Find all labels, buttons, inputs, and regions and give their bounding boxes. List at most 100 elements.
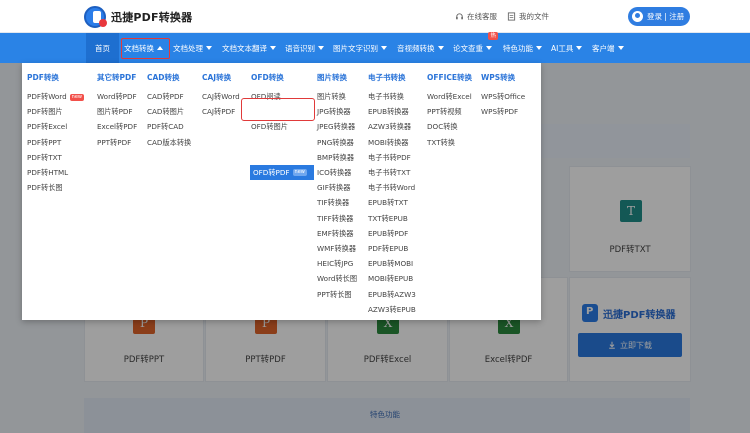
nav-av-convert[interactable]: 音视频转换 — [397, 33, 444, 63]
menu-item-image[interactable]: PNG转换器 — [317, 138, 354, 148]
menu-item-pdf[interactable]: PDF转长图 — [27, 183, 63, 193]
menu-item-label: PDF转Excel — [27, 122, 68, 132]
hot-badge: 热 — [488, 32, 498, 40]
menu-item-image[interactable]: JPG转换器 — [317, 107, 351, 117]
brand-logo[interactable]: 迅捷PDF转换器 — [84, 5, 192, 29]
customer-service-label: 在线客服 — [467, 12, 497, 21]
my-files-label: 我的文件 — [519, 12, 549, 21]
my-files-link[interactable]: 我的文件 — [507, 11, 549, 22]
menu-item-pdf[interactable]: PDF转TXT — [27, 153, 62, 163]
nav-ocr[interactable]: 图片文字识别 — [333, 33, 387, 63]
menu-item-image[interactable]: PPT转长图 — [317, 290, 352, 300]
menu-item-pdf[interactable]: PDF转PPT — [27, 138, 61, 148]
menu-item-label: 电子书转TXT — [368, 168, 411, 177]
nav-speech[interactable]: 语音识别 — [285, 33, 324, 63]
menu-item-image[interactable]: GIF转换器 — [317, 183, 350, 193]
menu-item-image[interactable]: Word转长图 — [317, 274, 357, 284]
menu-item-ebook[interactable]: MOBI转EPUB — [368, 274, 413, 284]
menu-item-ebook[interactable]: EPUB转换器 — [368, 107, 409, 117]
menu-item-ebook[interactable]: 电子书转PDF — [368, 153, 411, 163]
menu-item-wps[interactable]: WPS转Office — [481, 92, 525, 102]
menu-item-pdf[interactable]: PDF转Excel — [27, 122, 67, 132]
menu-item-label: PPT转长图 — [317, 289, 352, 299]
menu-item-label: CAJ转PDF — [202, 107, 236, 117]
menu-item-label: PDF转图片 — [27, 107, 63, 117]
menu-item-cad[interactable]: PDF转CAD — [147, 122, 184, 132]
menu-item-image[interactable]: TIFF转换器 — [317, 214, 353, 224]
nav-plagiarism-label: 论文查重 — [453, 43, 483, 53]
menu-item-caj[interactable]: CAJ转Word — [202, 92, 240, 102]
menu-item-to-pdf[interactable]: Excel转PDF — [97, 122, 137, 132]
nav-translate-label: 文档文本翻译 — [222, 43, 267, 53]
menu-item-ebook[interactable]: EPUB转AZW3 — [368, 290, 416, 300]
nav-client[interactable]: 客户端 — [592, 33, 624, 63]
menu-item-label: MOBI转EPUB — [368, 274, 414, 284]
menu-item-ebook[interactable]: PDF转EPUB — [368, 244, 408, 254]
new-badge: new — [292, 169, 307, 176]
menu-item-label: Word转PDF — [97, 92, 137, 101]
menu-column-head-to-pdf: 其它转PDF — [97, 73, 137, 82]
menu-item-pdf[interactable]: PDF转图片 — [27, 107, 63, 117]
menu-item-pdf[interactable]: PDF转HTML — [27, 168, 68, 178]
menu-item-ofd[interactable]: OFD转图片 — [251, 122, 288, 132]
menu-item-image[interactable]: HEIC转JPG — [317, 259, 353, 269]
nav-plagiarism[interactable]: 论文查重热 — [453, 32, 498, 63]
menu-item-image[interactable]: JPEG转换器 — [317, 122, 355, 132]
menu-item-caj[interactable]: CAJ转PDF — [202, 107, 235, 117]
menu-column-head-pdf: PDF转换 — [27, 73, 59, 82]
menu-item-image[interactable]: TIF转换器 — [317, 198, 349, 208]
menu-item-label: PDF转PPT — [27, 137, 62, 147]
menu-item-label: MOBI转换器 — [368, 137, 409, 147]
menu-item-ebook[interactable]: 电子书转TXT — [368, 168, 410, 178]
menu-item-image[interactable]: ICO转换器 — [317, 168, 351, 178]
menu-item-image[interactable]: WMF转换器 — [317, 244, 356, 254]
menu-item-office[interactable]: TXT转换 — [427, 138, 455, 148]
caret-down-icon — [576, 46, 583, 50]
menu-item-label: BMP转换器 — [317, 152, 355, 162]
menu-item-label: JPEG转换器 — [317, 122, 356, 132]
menu-item-label: WPS转PDF — [481, 107, 519, 117]
menu-item-ebook[interactable]: EPUB转TXT — [368, 198, 408, 208]
menu-item-to-pdf[interactable]: 图片转PDF — [97, 107, 133, 117]
menu-item-ebook[interactable]: 电子书转换 — [368, 92, 404, 102]
menu-item-cad[interactable]: CAD转图片 — [147, 107, 184, 117]
file-icon — [507, 12, 516, 21]
menu-item-ebook[interactable]: 电子书转Word — [368, 183, 415, 193]
menu-item-ebook[interactable]: AZW3转换器 — [368, 122, 411, 132]
menu-column-head-ebook: 电子书转换 — [368, 73, 406, 82]
menu-item-ebook[interactable]: MOBI转换器 — [368, 138, 408, 148]
menu-item-ebook[interactable]: EPUB转PDF — [368, 229, 408, 239]
menu-item-cad[interactable]: CAD版本转换 — [147, 138, 191, 148]
menu-item-label: 电子书转Word — [368, 183, 416, 193]
menu-item-to-pdf[interactable]: PPT转PDF — [97, 138, 131, 148]
menu-item-label: AZW3转EPUB — [368, 304, 416, 314]
menu-item-office[interactable]: DOC转换 — [427, 122, 458, 132]
menu-item-ebook[interactable]: AZW3转EPUB — [368, 305, 416, 315]
menu-item-label: PDF转EPUB — [368, 244, 409, 253]
nav-translate[interactable]: 文档文本翻译 — [222, 33, 276, 63]
menu-item-to-pdf[interactable]: Word转PDF — [97, 92, 137, 102]
menu-item-label: TIF转换器 — [317, 198, 350, 208]
menu-column-head-wps: WPS转换 — [481, 73, 516, 82]
menu-item-image[interactable]: BMP转换器 — [317, 153, 354, 163]
menu-item-cad[interactable]: CAD转PDF — [147, 92, 184, 102]
menu-item-label: WPS转Office — [481, 92, 526, 101]
menu-item-label: PDF转CAD — [147, 122, 184, 132]
nav-ai-tools[interactable]: AI工具 — [551, 33, 583, 63]
nav-features[interactable]: 特色功能 — [503, 33, 542, 63]
nav-document-process[interactable]: 文档处理 — [173, 33, 212, 63]
login-register-label: 登录 | 注册 — [647, 12, 685, 21]
menu-item-ebook[interactable]: TXT转EPUB — [368, 214, 408, 224]
menu-item-ofd[interactable]: OFD转PDF new — [250, 165, 314, 180]
menu-item-image[interactable]: EMF转换器 — [317, 229, 353, 239]
login-register-button[interactable]: 登录 | 注册 — [628, 7, 690, 26]
nav-home[interactable]: 首页 — [86, 33, 119, 63]
customer-service-link[interactable]: 在线客服 — [455, 11, 497, 22]
menu-item-image[interactable]: 图片转换 — [317, 92, 346, 102]
menu-item-office[interactable]: PPT转视频 — [427, 107, 462, 117]
menu-item-ebook[interactable]: EPUB转MOBI — [368, 259, 413, 269]
menu-item-label: EPUB转换器 — [368, 107, 409, 117]
menu-item-office[interactable]: Word转Excel — [427, 92, 472, 102]
menu-item-wps[interactable]: WPS转PDF — [481, 107, 518, 117]
menu-item-pdf[interactable]: PDF转Word new — [27, 92, 85, 102]
